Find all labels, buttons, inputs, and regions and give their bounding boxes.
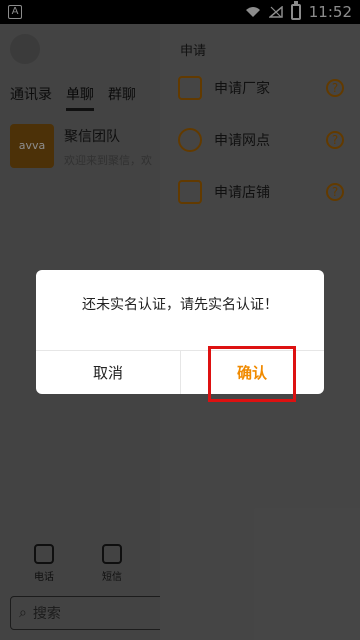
dialog-message: 还未实名认证，请先实名认证！ [82, 297, 278, 313]
cancel-button[interactable]: 取消 [36, 350, 180, 394]
confirm-highlight [208, 346, 296, 402]
